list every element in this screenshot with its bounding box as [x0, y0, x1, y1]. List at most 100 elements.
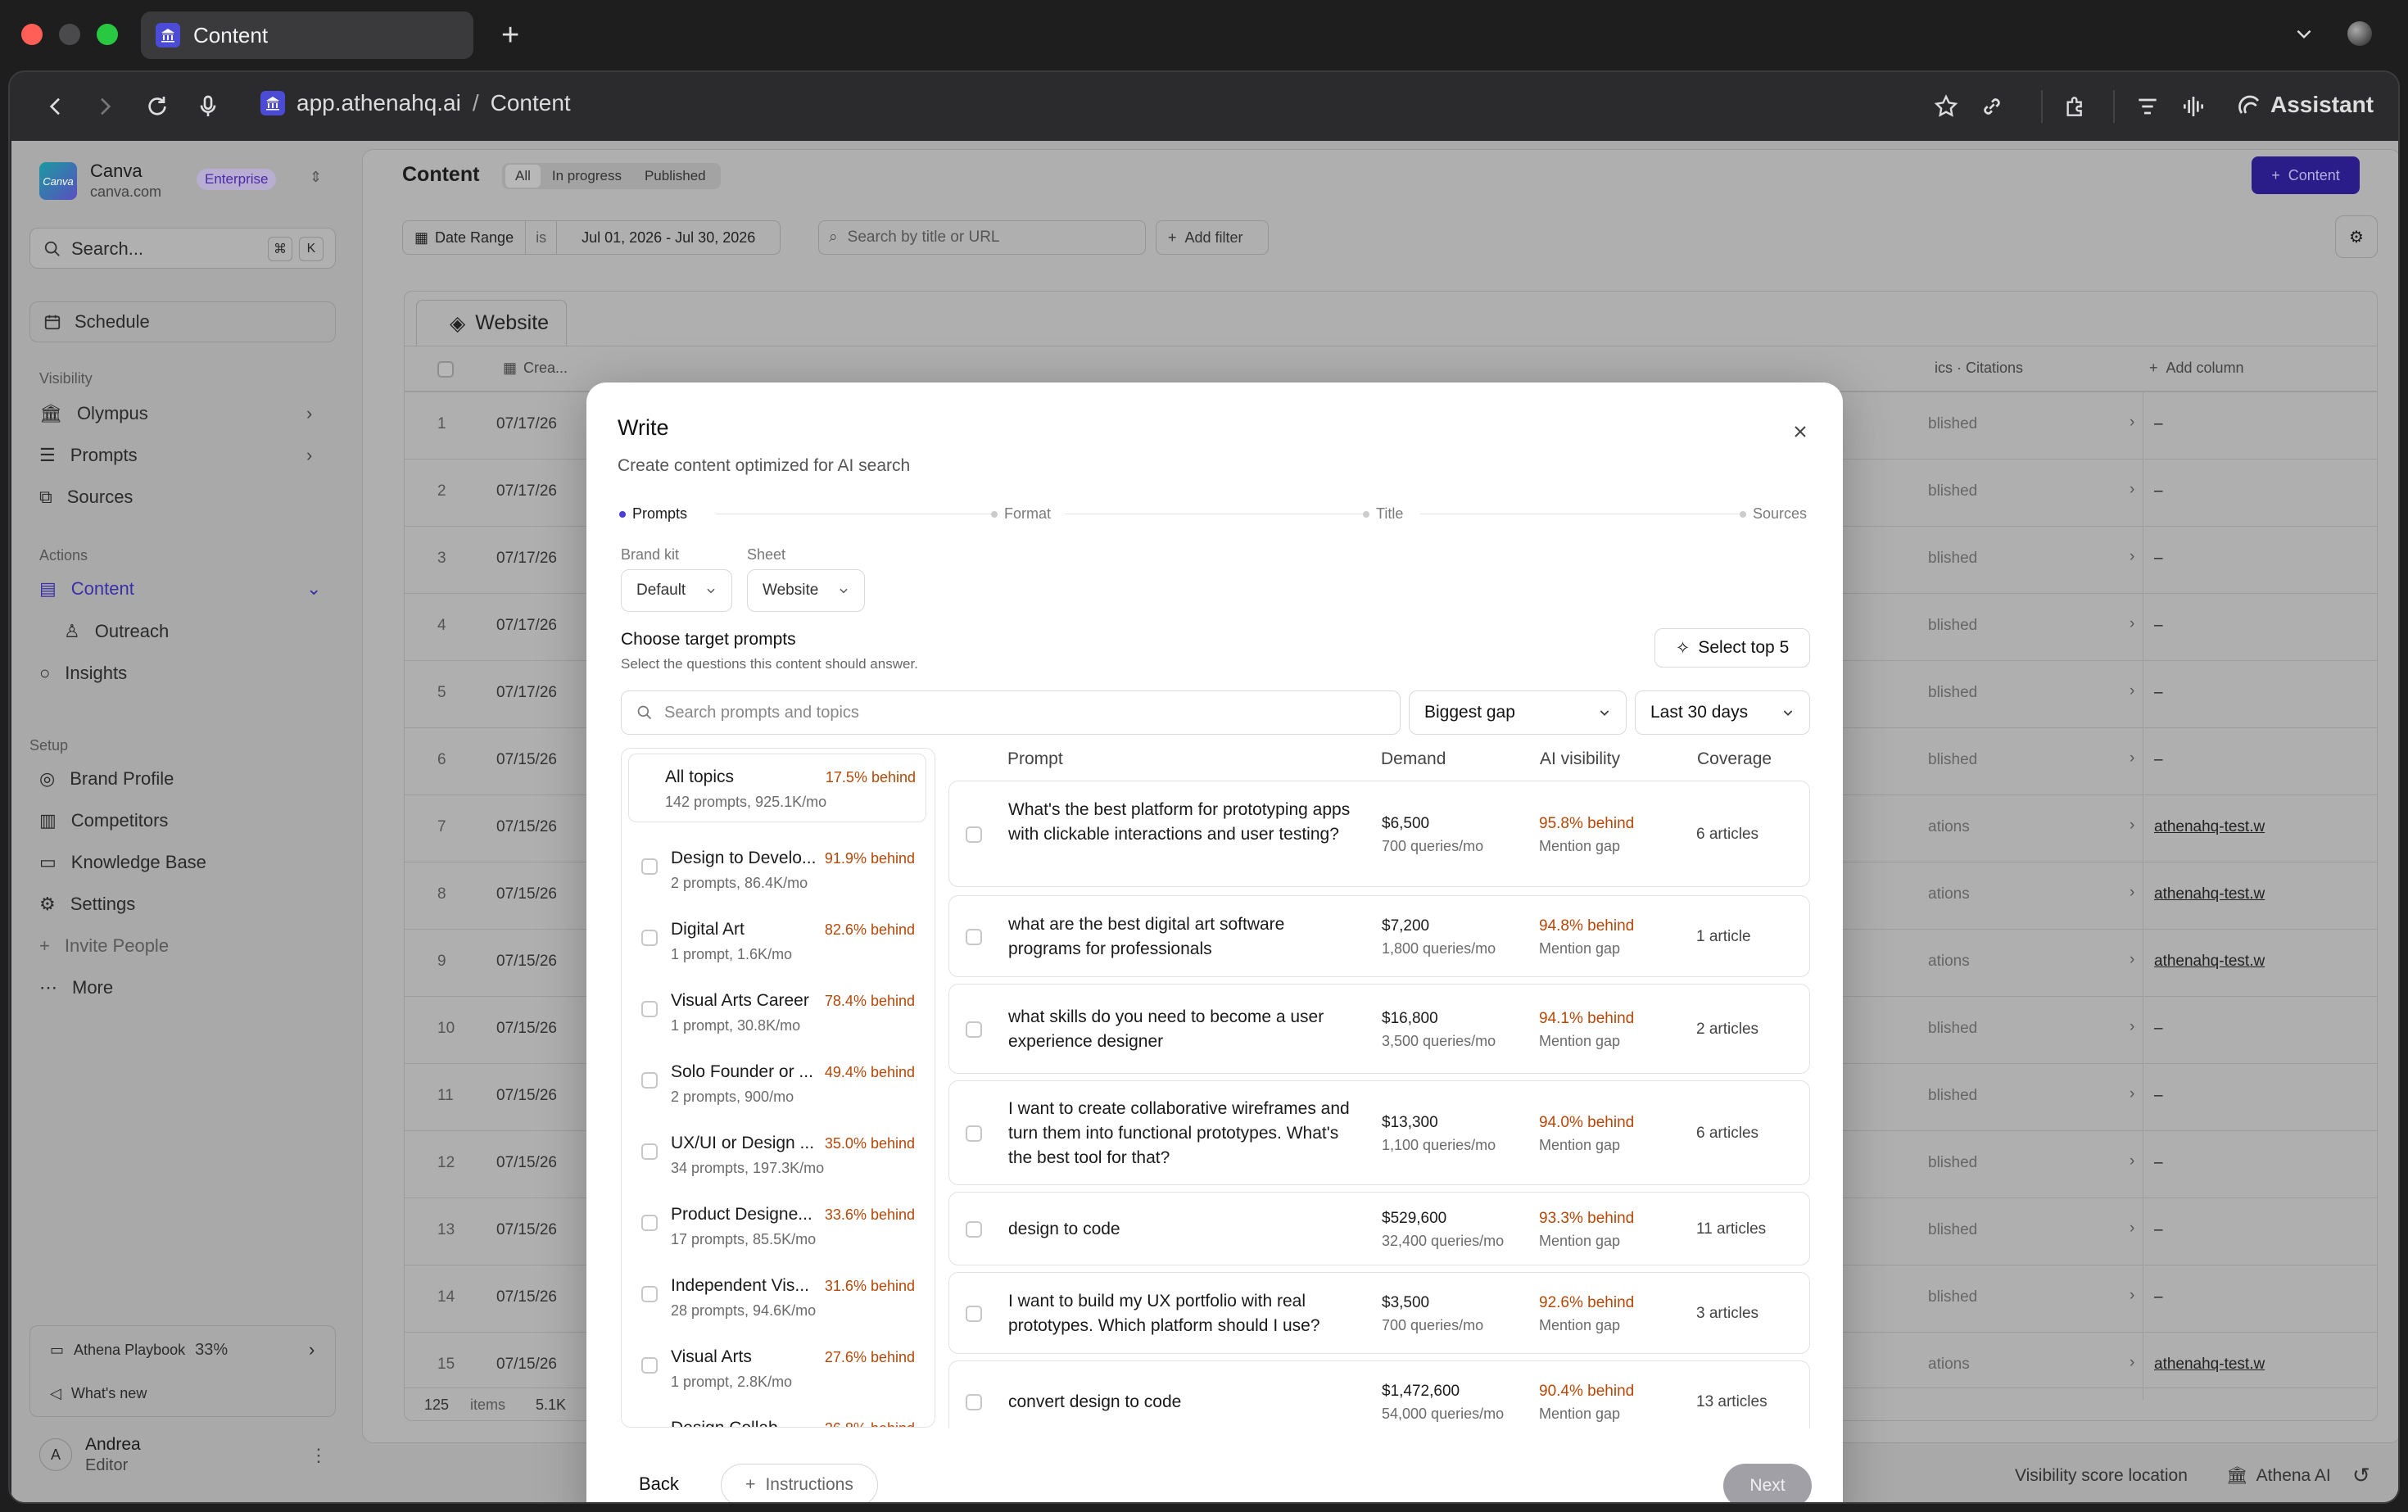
sidebar-item-prompts[interactable]: ☰ Prompts ›: [39, 445, 312, 466]
row-link[interactable]: –: [2154, 482, 2163, 500]
row-link[interactable]: –: [2154, 751, 2163, 769]
user-menu-icon[interactable]: ⋮: [310, 1445, 328, 1466]
sidebar-item-knowledge-base[interactable]: ▭ Knowledge Base: [39, 852, 206, 873]
prompt-row[interactable]: design to code $529,600 32,400 queries/mo 9…: [948, 1192, 1810, 1265]
chevron-right-icon[interactable]: ›: [2130, 884, 2134, 902]
reload-icon[interactable]: [144, 93, 170, 120]
settings-gear-icon[interactable]: ⚙: [2335, 215, 2378, 258]
sidebar-item-olympus[interactable]: 🏛︎ Olympus ›: [39, 403, 312, 424]
row-link[interactable]: –: [2154, 684, 2163, 702]
add-filter-button[interactable]: + Add filter: [1156, 220, 1269, 255]
row-link[interactable]: –: [2154, 1154, 2163, 1172]
sidebar-item-more[interactable]: ⋯ More: [39, 977, 113, 998]
row-link[interactable]: athenahq-test.w: [2154, 885, 2265, 903]
chevron-right-icon[interactable]: ›: [2130, 1085, 2134, 1103]
bookmark-star-icon[interactable]: [1933, 93, 1959, 120]
maximize-window-button[interactable]: [97, 24, 118, 45]
row-link[interactable]: athenahq-test.w: [2154, 953, 2265, 971]
back-button[interactable]: Back: [639, 1474, 679, 1495]
row-link[interactable]: –: [2154, 550, 2163, 568]
sidebar-search[interactable]: Search... ⌘ K: [29, 228, 336, 269]
tab-published[interactable]: Published: [633, 165, 717, 188]
prompt-checkbox[interactable]: [966, 1021, 982, 1038]
close-window-button[interactable]: [21, 24, 43, 45]
chevron-right-icon[interactable]: ›: [2130, 682, 2134, 700]
forward-arrow-icon[interactable]: [92, 93, 118, 120]
prompt-checkbox[interactable]: [966, 1221, 982, 1238]
sidebar-item-sources[interactable]: ⧉ Sources: [39, 487, 133, 508]
chevron-right-icon[interactable]: ›: [2130, 951, 2134, 969]
reader-list-icon[interactable]: [2134, 93, 2161, 120]
instructions-button[interactable]: + Instructions: [721, 1464, 878, 1502]
sidebar-item-outreach[interactable]: ♙ Outreach: [64, 621, 169, 642]
prompt-row[interactable]: I want to create collaborative wireframe…: [948, 1080, 1810, 1185]
row-link[interactable]: athenahq-test.w: [2154, 818, 2265, 836]
prompt-row[interactable]: I want to build my UX portfolio with rea…: [948, 1272, 1810, 1354]
playbook-link[interactable]: ▭ Athena Playbook 33%: [50, 1341, 228, 1360]
sidebar-item-content[interactable]: ▤ Content ⌄: [39, 578, 321, 600]
chevron-right-icon[interactable]: ›: [2130, 749, 2134, 767]
next-button[interactable]: Next: [1723, 1464, 1812, 1502]
date-range-filter[interactable]: ▦ Date Range is Jul 01, 2026 - Jul 30, 20…: [402, 220, 781, 255]
date-range-select[interactable]: Last 30 days: [1635, 690, 1810, 735]
sidebar-item-competitors[interactable]: ▥ Competitors: [39, 810, 168, 831]
address-bar[interactable]: app.athenahq.ai / Content: [260, 90, 571, 116]
link-icon[interactable]: [1979, 93, 2005, 120]
prompt-row[interactable]: What's the best platform for prototyping…: [948, 781, 1810, 887]
tab-all[interactable]: All: [505, 165, 541, 188]
prompt-checkbox[interactable]: [966, 1306, 982, 1322]
new-tab-plus-icon[interactable]: +: [501, 20, 519, 51]
browser-tab[interactable]: Content: [141, 11, 473, 59]
row-link[interactable]: –: [2154, 1221, 2163, 1239]
chevron-right-icon[interactable]: ›: [2130, 1287, 2134, 1305]
prompt-checkbox[interactable]: [966, 929, 982, 945]
add-column-button[interactable]: + Add column: [2149, 360, 2244, 377]
chevron-right-icon[interactable]: ›: [2130, 817, 2134, 835]
chevron-right-icon[interactable]: ›: [2130, 1152, 2134, 1170]
select-all-checkbox[interactable]: [437, 361, 454, 378]
minimize-window-button[interactable]: [59, 24, 80, 45]
prompt-checkbox[interactable]: [966, 1394, 982, 1410]
sidebar-item-invite-people[interactable]: + Invite People: [39, 935, 169, 957]
assistant-button[interactable]: Assistant: [2238, 92, 2374, 118]
tab-in-progress[interactable]: In progress: [541, 165, 633, 188]
sheet-tab-website[interactable]: ◈ Website: [416, 300, 567, 346]
sheet-select[interactable]: Website: [747, 569, 865, 612]
sort-select[interactable]: Biggest gap: [1409, 690, 1627, 735]
prompt-checkbox[interactable]: [966, 826, 982, 843]
avatar[interactable]: A: [39, 1438, 72, 1471]
content-search-input[interactable]: ⌕ Search by title or URL: [818, 220, 1146, 255]
row-link[interactable]: –: [2154, 1087, 2163, 1105]
visibility-score-location[interactable]: Visibility score location: [2015, 1466, 2188, 1486]
row-link[interactable]: –: [2154, 1020, 2163, 1038]
chevron-right-icon[interactable]: ›: [2130, 615, 2134, 633]
chevron-right-icon[interactable]: ›: [2130, 1220, 2134, 1238]
prompt-checkbox[interactable]: [966, 1125, 982, 1142]
profile-avatar[interactable]: [2347, 21, 2372, 46]
column-created[interactable]: ▦ Crea...: [503, 360, 568, 377]
column-citations[interactable]: ics · Citations: [1935, 360, 2023, 377]
whats-new-link[interactable]: ◁ What's new: [50, 1385, 147, 1402]
sidebar-item-insights[interactable]: ○ Insights: [39, 663, 127, 684]
brand-kit-select[interactable]: Default: [621, 569, 732, 612]
row-link[interactable]: –: [2154, 415, 2163, 433]
back-arrow-icon[interactable]: [43, 93, 69, 120]
audio-waveform-icon[interactable]: [2180, 93, 2207, 120]
row-link[interactable]: athenahq-test.w: [2154, 1356, 2265, 1374]
chevron-right-icon[interactable]: ›: [2130, 548, 2134, 566]
chevron-right-icon[interactable]: ›: [309, 1339, 315, 1360]
athena-ai-button[interactable]: 🏛︎ Athena AI: [2226, 1466, 2331, 1486]
tab-list-chevron-down-icon[interactable]: [2293, 23, 2315, 44]
prompt-row[interactable]: what skills do you need to become a user…: [948, 984, 1810, 1074]
select-top-5-button[interactable]: ✧ Select top 5: [1654, 628, 1810, 668]
sidebar-item-settings[interactable]: ⚙ Settings: [39, 894, 135, 915]
microphone-icon[interactable]: [195, 93, 221, 120]
row-link[interactable]: –: [2154, 1288, 2163, 1306]
chevron-right-icon[interactable]: ›: [2130, 1354, 2134, 1372]
chevron-right-icon[interactable]: ›: [2130, 414, 2134, 432]
org-switcher-chevron-icon[interactable]: ⇕: [310, 169, 322, 186]
prompt-row[interactable]: convert design to code $1,472,600 54,000 q…: [948, 1360, 1810, 1428]
chevron-right-icon[interactable]: ›: [2130, 481, 2134, 499]
add-content-button[interactable]: + Content: [2252, 156, 2360, 194]
close-icon[interactable]: [1790, 422, 1810, 441]
